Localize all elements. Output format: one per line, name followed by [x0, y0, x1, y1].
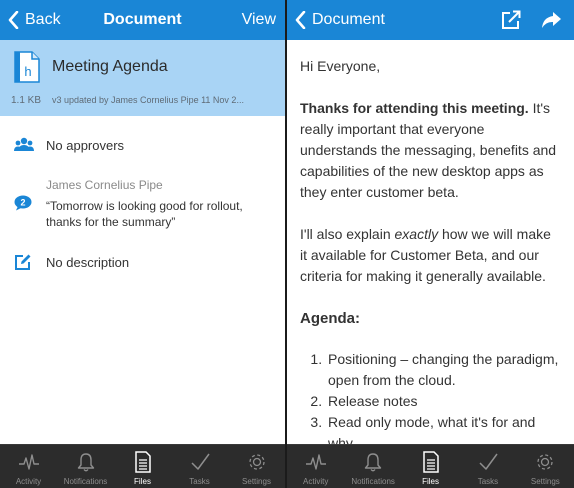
back-label: Document [312, 11, 385, 28]
files-icon [134, 451, 151, 473]
approvers-row[interactable]: No approvers [0, 130, 285, 160]
tab-settings[interactable]: Settings [228, 445, 285, 488]
document-details-pane: Back Document View h Meeting Agenda 1.1 … [0, 0, 285, 488]
people-icon [14, 137, 34, 151]
document-header[interactable]: h Meeting Agenda 1.1 KB v3 updated by Ja… [0, 40, 285, 116]
tab-files[interactable]: Files [114, 445, 171, 488]
back-to-document-button[interactable]: Document [295, 0, 385, 40]
file-size: 1.1 KB [11, 95, 42, 106]
chevron-left-icon [8, 11, 19, 29]
comment-count: 2 [20, 198, 25, 208]
paragraph-1-bold: Thanks for attending this meeting. [300, 100, 529, 116]
paragraph-1: Thanks for attending this meeting. It's … [300, 98, 560, 203]
comment-row[interactable]: 2 James Cornelius Pipe “Tomorrow is look… [0, 175, 285, 235]
tab-bar: Activity Notifications Files Tasks Setti… [287, 444, 574, 488]
gear-icon [537, 454, 553, 470]
tab-tasks[interactable]: Tasks [171, 445, 228, 488]
tab-settings[interactable]: Settings [517, 445, 574, 488]
tab-label: Notifications [351, 477, 395, 486]
comment-author: James Cornelius Pipe [46, 178, 163, 192]
comment-count-icon: 2 [14, 195, 32, 211]
document-viewer-pane: Document Hi Everyone, Thanks for attendi… [287, 0, 574, 488]
document-content: Hi Everyone, Thanks for attending this m… [287, 40, 574, 444]
bell-icon [77, 453, 94, 472]
tab-label: Activity [303, 477, 329, 486]
tab-label: Tasks [477, 477, 499, 486]
files-icon [422, 451, 439, 473]
agenda-heading: Agenda: [300, 310, 360, 327]
tab-notifications[interactable]: Notifications [57, 445, 114, 488]
back-label: Back [25, 11, 61, 28]
tab-tasks[interactable]: Tasks [459, 445, 516, 488]
bell-icon [364, 453, 382, 472]
paragraph-2: I'll also explain exactly how we will ma… [300, 224, 560, 287]
tab-label: Tasks [189, 477, 210, 486]
list-item: Positioning – changing the paradigm, ope… [326, 349, 560, 391]
checkmark-icon [479, 453, 498, 470]
tab-bar: Activity Notifications Files Tasks Setti… [0, 444, 285, 488]
nav-bar: Back Document View [0, 0, 285, 40]
paragraph-2-emphasis: exactly [394, 226, 439, 242]
checkmark-icon [190, 453, 210, 470]
nav-bar: Document [287, 0, 574, 40]
list-item: Release notes [326, 391, 560, 412]
comment-text: “Tomorrow is looking good for rollout, t… [46, 199, 243, 229]
chevron-left-icon [295, 11, 306, 29]
description-row[interactable]: No description [0, 248, 285, 278]
file-type-glyph: h [24, 64, 31, 79]
list-item: Read only mode, what it's for and why [326, 412, 560, 444]
tab-activity[interactable]: Activity [0, 445, 57, 488]
tab-label: Settings [242, 477, 271, 486]
tab-label: Activity [15, 477, 42, 486]
edit-icon [15, 254, 31, 270]
share-icon[interactable] [540, 9, 562, 31]
tab-files[interactable]: Files [402, 445, 459, 488]
view-button[interactable]: View [242, 0, 276, 40]
version-info: v3 updated by James Cornelius Pipe 11 No… [52, 95, 244, 105]
tab-label: Notifications [63, 477, 108, 486]
activity-icon [305, 454, 326, 470]
description-text: No description [46, 255, 130, 270]
gear-icon [248, 454, 265, 470]
agenda-list: Positioning – changing the paradigm, ope… [300, 349, 560, 444]
paragraph-2-text-a: I'll also explain [300, 226, 395, 242]
approvers-text: No approvers [46, 138, 125, 153]
document-name: Meeting Agenda [52, 58, 168, 75]
tab-label: Files [422, 477, 439, 486]
tab-label: Files [134, 477, 151, 486]
back-button[interactable]: Back [8, 0, 61, 40]
tab-notifications[interactable]: Notifications [344, 445, 401, 488]
open-external-icon[interactable] [500, 9, 522, 31]
tab-label: Settings [530, 477, 560, 486]
tab-activity[interactable]: Activity [287, 445, 344, 488]
greeting: Hi Everyone, [300, 58, 381, 74]
activity-icon [18, 454, 39, 470]
document-file-icon: h [14, 51, 40, 83]
